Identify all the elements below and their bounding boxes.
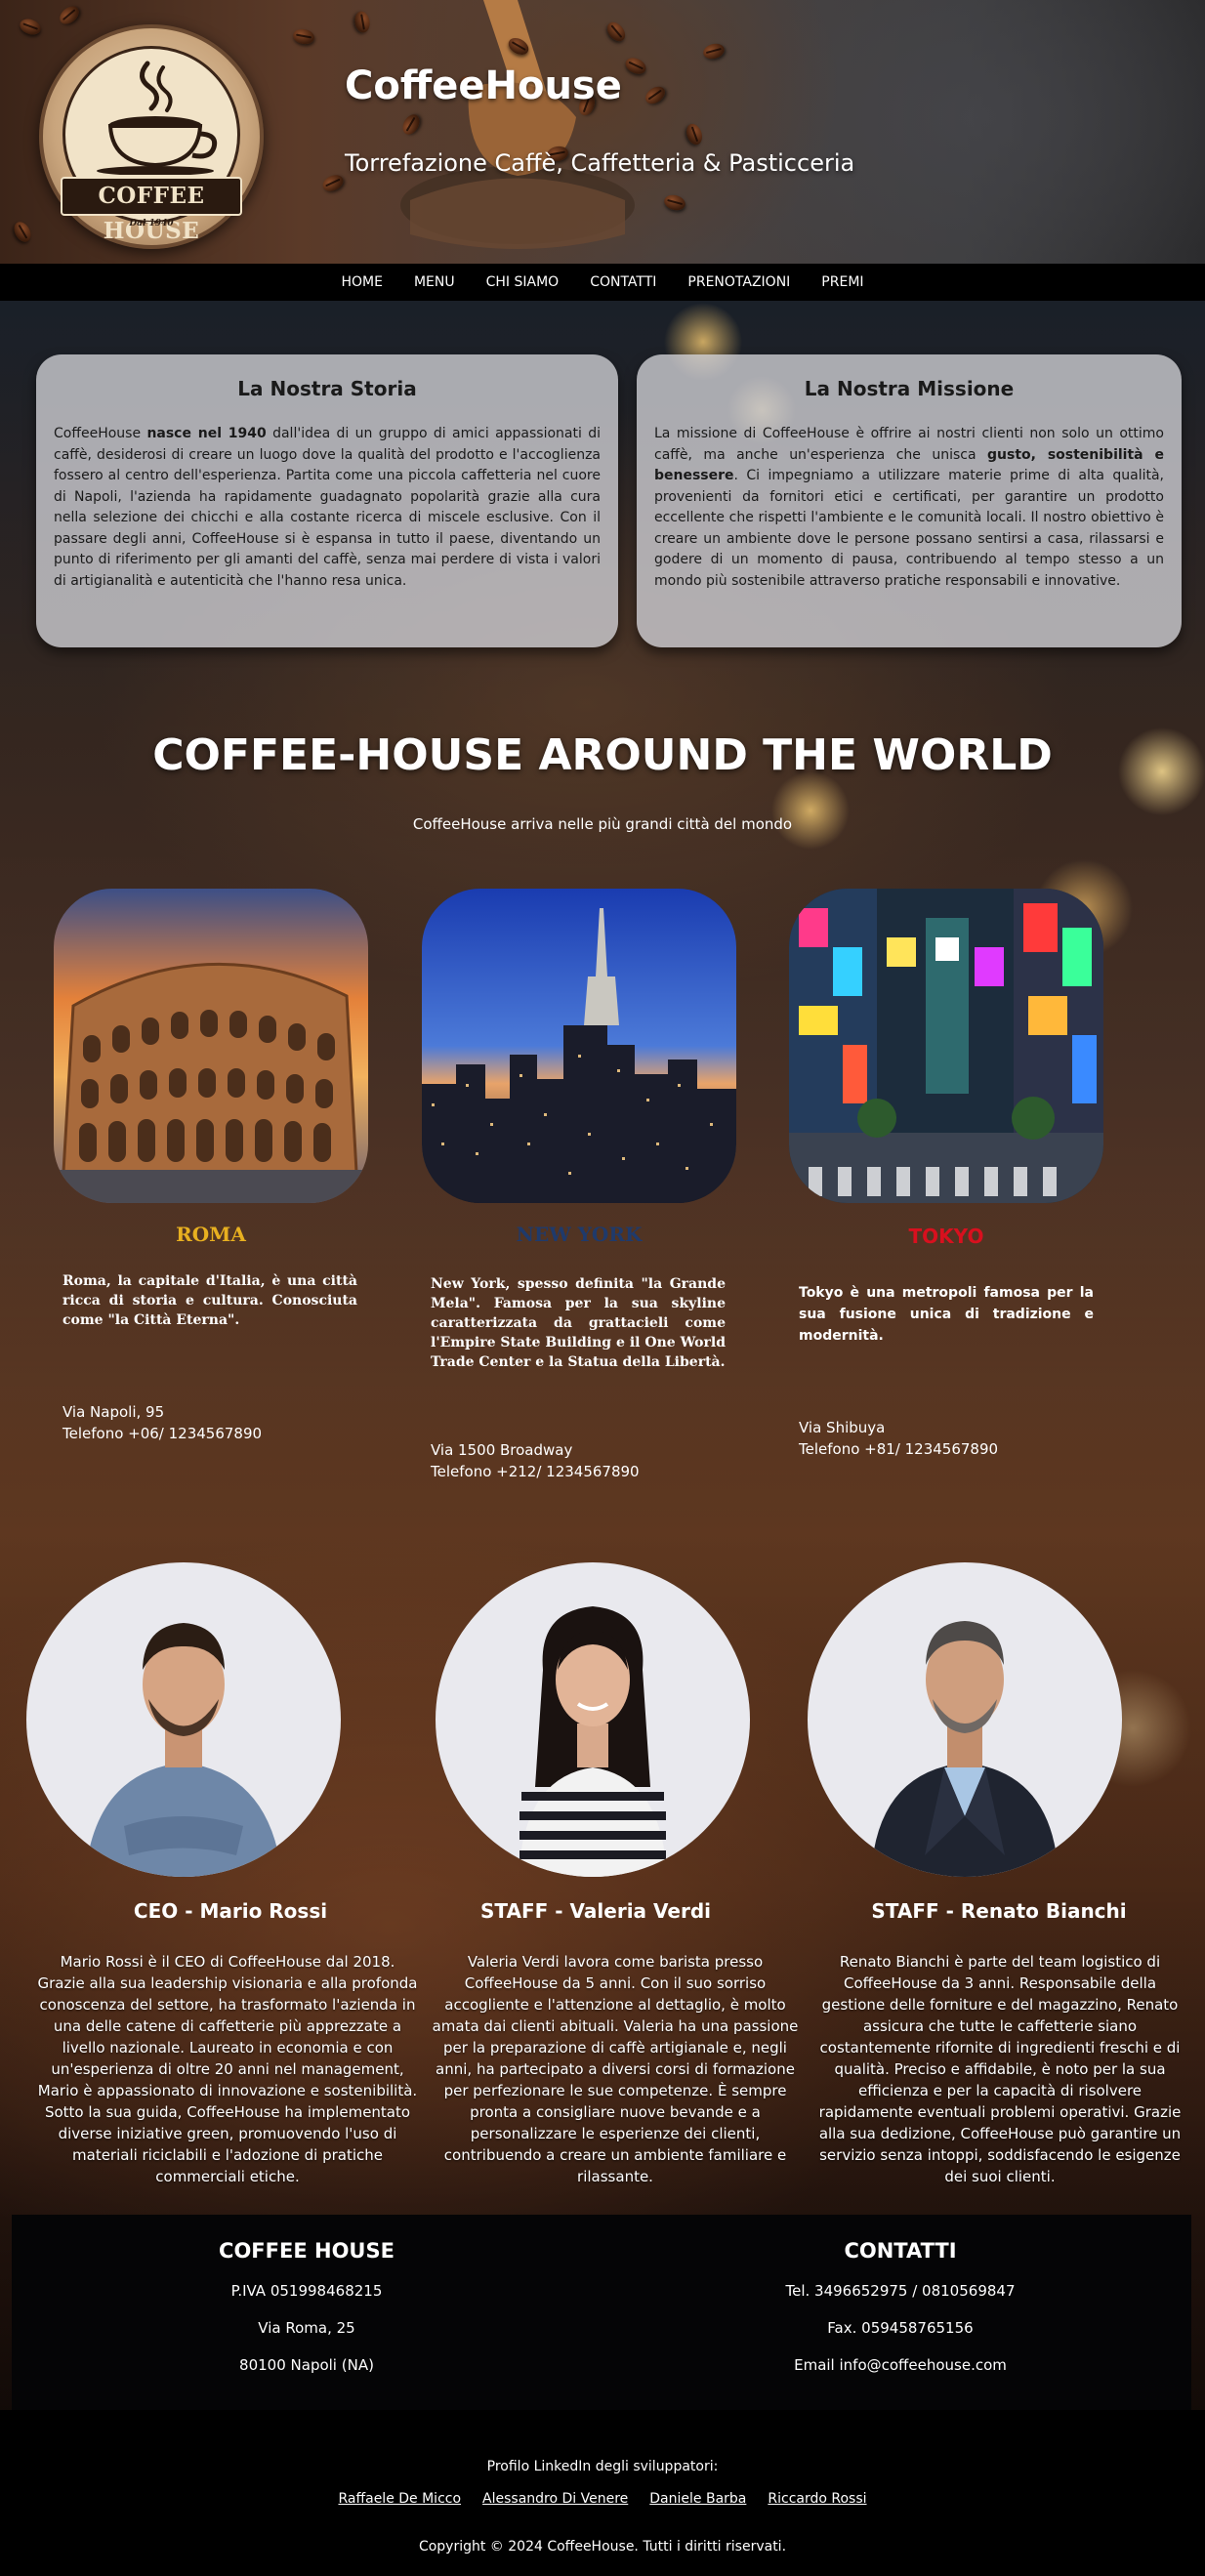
coffee-bean-icon xyxy=(684,121,705,147)
mario-rossi-role: CEO - Mario Rossi xyxy=(133,1899,328,1923)
header-banner: COFFEE HOUSE Dal 1940 CoffeeHouse Torref… xyxy=(0,0,1205,264)
scoop-decoration xyxy=(400,0,635,249)
logo[interactable]: COFFEE HOUSE Dal 1940 xyxy=(39,24,264,249)
footer-company: COFFEE HOUSE P.IVA 051998468215 Via Roma… xyxy=(111,2239,502,2393)
valeria-verdi-role: STAFF - Valeria Verdi xyxy=(480,1899,711,1923)
roma-contact: Via Napoli, 95 Telefono +06/ 1234567890 xyxy=(62,1401,357,1444)
logo-year: Dal 1940 xyxy=(129,219,174,229)
valeria-verdi-photo xyxy=(436,1562,750,1877)
tokyo-address: Via Shibuya xyxy=(799,1419,886,1436)
developers-links: Raffaele De Micco Alessandro Di Venere D… xyxy=(0,2491,1205,2507)
footer-piva: P.IVA 051998468215 xyxy=(230,2282,383,2300)
storia-title: La Nostra Storia xyxy=(237,377,417,400)
footer-fax: Fax. 059458765156 xyxy=(827,2319,974,2337)
tokyo-name-text: TOKYO xyxy=(908,1225,984,1248)
coffee-bean-icon xyxy=(642,83,669,107)
tokyo-description: Tokyo è una metropoli famosa per la sua … xyxy=(799,1285,1094,1344)
roma-phone: Telefono +06/ 1234567890 xyxy=(62,1425,263,1442)
developer-link-daniele-barba[interactable]: Daniele Barba xyxy=(649,2491,746,2507)
nav-item-menu[interactable]: MENU xyxy=(414,274,455,290)
coffee-cup-icon xyxy=(97,61,218,175)
renato-bianchi-description: Renato Bianchi è parte del team logistic… xyxy=(818,1953,1182,2185)
tokyo-image xyxy=(789,889,1103,1203)
nav-item-premi[interactable]: PREMI xyxy=(821,274,863,290)
developers-label: Profilo LinkedIn degli sviluppatori: xyxy=(486,2459,719,2474)
coffee-bean-icon xyxy=(11,219,34,245)
storia-text: CoffeeHouse nasce nel 1940 dall'idea di … xyxy=(54,424,601,592)
new-york-phone: Telefono +212/ 1234567890 xyxy=(431,1463,640,1480)
storia-card: La Nostra Storia CoffeeHouse nasce nel 1… xyxy=(36,354,618,647)
footer-email: Email info@coffeehouse.com xyxy=(794,2356,1007,2374)
site-title: CoffeeHouse xyxy=(345,63,622,108)
new-york-contact: Via 1500 Broadway Telefono +212/ 1234567… xyxy=(431,1439,726,1482)
main-navigation: HOME MENU CHI SIAMO CONTATTI PRENOTAZION… xyxy=(0,264,1205,301)
footer-contacts-title: CONTATTI xyxy=(844,2239,957,2263)
roma-name: ROMA xyxy=(54,1223,368,1246)
footer-company-title: COFFEE HOUSE xyxy=(219,2239,395,2263)
coffee-bean-icon xyxy=(56,2,83,28)
new-york-image xyxy=(422,889,736,1203)
developer-link-riccardo-rossi[interactable]: Riccardo Rossi xyxy=(768,2491,866,2507)
roma-image xyxy=(54,889,368,1203)
nav-item-home[interactable]: HOME xyxy=(341,274,382,290)
nav-item-prenotazioni[interactable]: PRENOTAZIONI xyxy=(687,274,790,290)
nav-item-chi-siamo[interactable]: CHI SIAMO xyxy=(486,274,560,290)
storia-text-bold: nasce nel 1940 xyxy=(146,426,267,441)
tokyo-phone: Telefono +81/ 1234567890 xyxy=(799,1440,999,1458)
storia-text-rest: dall'idea di un gruppo di amici appassio… xyxy=(54,426,602,589)
coffee-bean-icon xyxy=(18,16,43,38)
site-subtitle: Torrefazione Caffè, Caffetteria & Pastic… xyxy=(345,149,855,177)
tokyo-contact: Via Shibuya Telefono +81/ 1234567890 xyxy=(799,1417,1094,1460)
storia-text-start: CoffeeHouse xyxy=(54,426,147,441)
world-title: COFFEE-HOUSE AROUND THE WORLD xyxy=(152,730,1053,780)
new-york-name-text: NEW YORK xyxy=(516,1223,643,1246)
renato-bianchi-photo xyxy=(808,1562,1122,1877)
missione-text: La missione di CoffeeHouse è offrire ai … xyxy=(654,424,1164,592)
nav-item-contatti[interactable]: CONTATTI xyxy=(590,274,656,290)
developer-link-raffaele-de-micco[interactable]: Raffaele De Micco xyxy=(338,2491,461,2507)
coffee-bean-icon xyxy=(701,41,727,62)
roma-address: Via Napoli, 95 xyxy=(62,1403,165,1421)
mario-rossi-description: Mario Rossi è il CEO di CoffeeHouse dal … xyxy=(37,1953,418,2185)
footer-contacts: CONTATTI Tel. 3496652975 / 0810569847 Fa… xyxy=(705,2239,1096,2393)
world-subtitle: CoffeeHouse arriva nelle più grandi citt… xyxy=(412,815,793,833)
valeria-verdi-description: Valeria Verdi lavora come barista presso… xyxy=(432,1953,799,2185)
roma-name-text: ROMA xyxy=(176,1223,246,1246)
logo-text: COFFEE HOUSE xyxy=(61,177,242,244)
roma-description: Roma, la capitale d'Italia, è una città … xyxy=(62,1273,357,1328)
footer-tel: Tel. 3496652975 / 0810569847 xyxy=(785,2282,1016,2300)
missione-text-rest: . Ci impegniamo a utilizzare materie pri… xyxy=(654,468,1164,589)
developer-link-alessandro-di-venere[interactable]: Alessandro Di Venere xyxy=(482,2491,628,2507)
coffee-bean-icon xyxy=(662,192,687,213)
copyright: Copyright © 2024 CoffeeHouse. Tutti i di… xyxy=(418,2539,787,2555)
renato-bianchi-role: STAFF - Renato Bianchi xyxy=(871,1899,1127,1923)
new-york-name: NEW YORK xyxy=(422,1223,736,1246)
footer-city: 80100 Napoli (NA) xyxy=(239,2356,374,2374)
footer-street: Via Roma, 25 xyxy=(258,2319,355,2337)
new-york-description: New York, spesso definita "la Grande Mel… xyxy=(431,1276,726,1370)
missione-title: La Nostra Missione xyxy=(804,377,1015,400)
mario-rossi-photo xyxy=(26,1562,341,1877)
missione-card: La Nostra Missione La missione di Coffee… xyxy=(637,354,1182,647)
new-york-address: Via 1500 Broadway xyxy=(431,1441,573,1459)
tokyo-name: TOKYO xyxy=(789,1225,1103,1248)
